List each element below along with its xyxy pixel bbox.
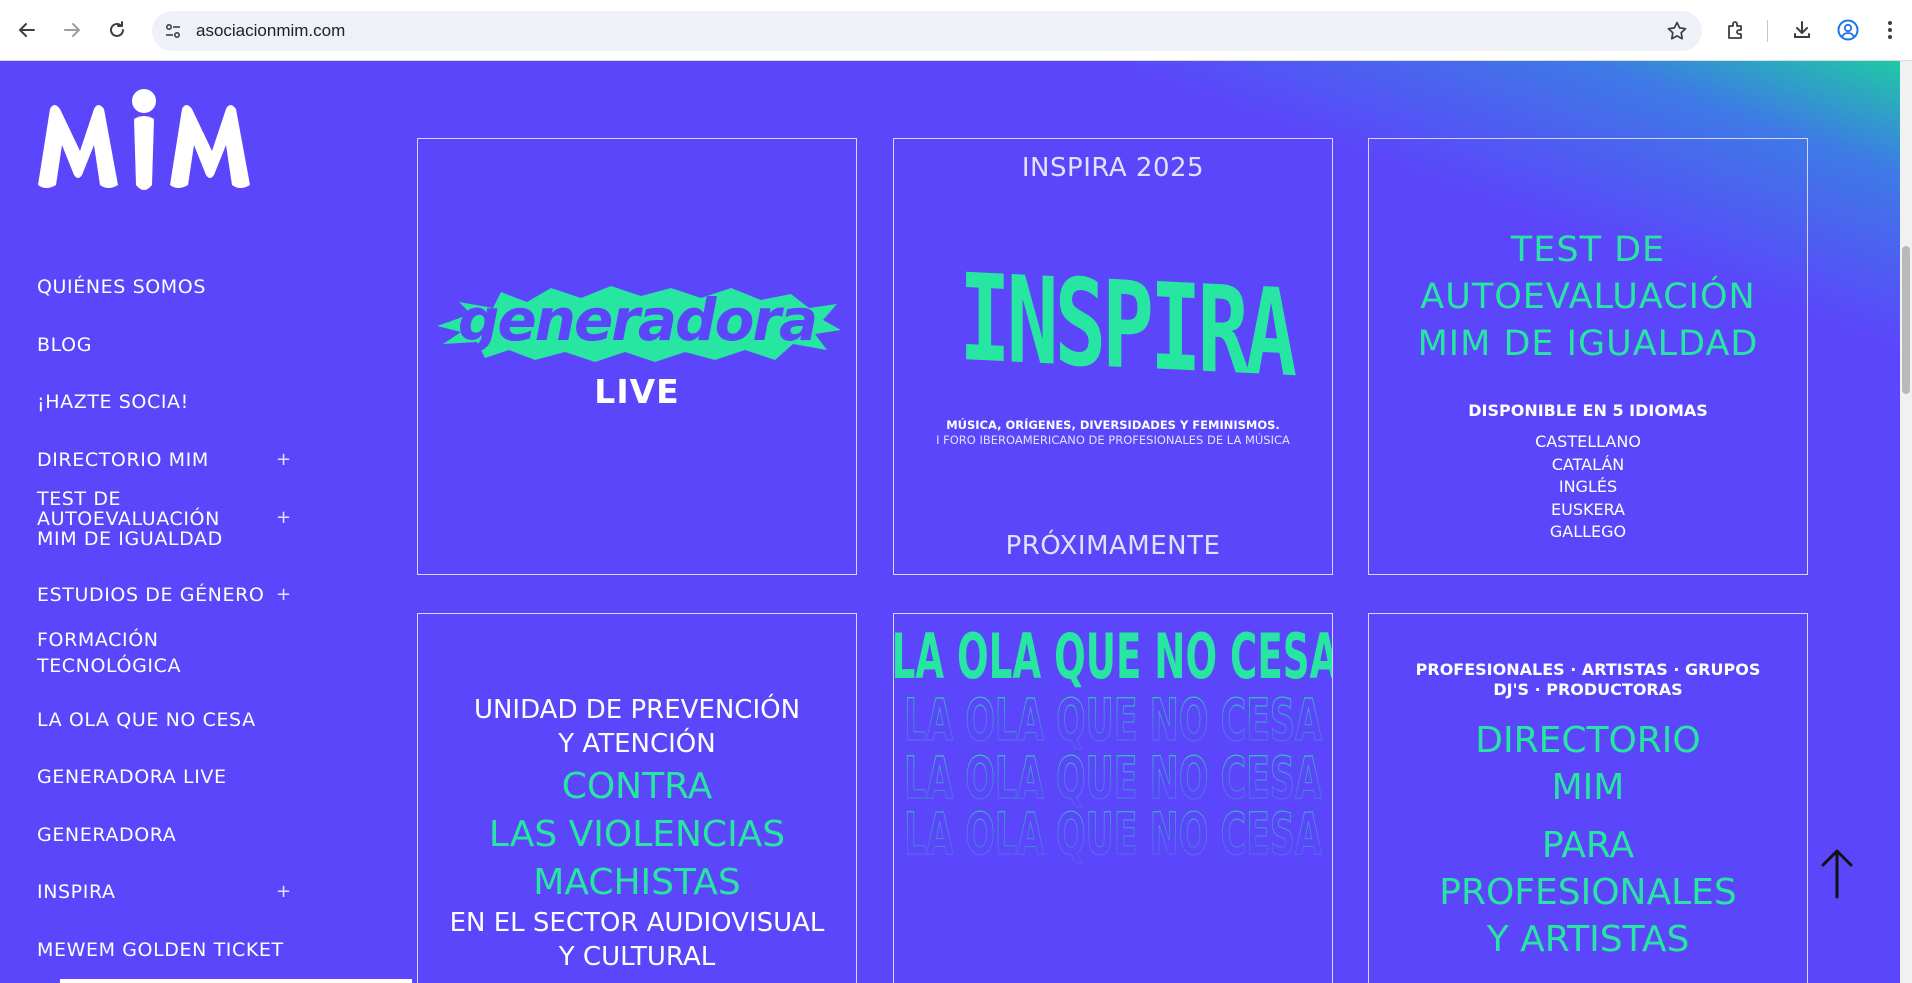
page-content: QUIÉNES SOMOS BLOG ¡HAZTE SOCIA! DIRECTO… [0, 61, 1900, 983]
menu-item-blog[interactable]: BLOG [37, 335, 297, 356]
menu-item-mewem[interactable]: MEWEM GOLDEN TICKET [37, 940, 297, 961]
unidad-highlight: CONTRA LAS VIOLENCIAS MACHISTAS [488, 766, 786, 903]
menu-item-estudios-genero[interactable]: ESTUDIOS DE GÉNERO + [37, 584, 297, 606]
reload-icon[interactable] [101, 14, 133, 46]
back-to-top-arrow-icon[interactable] [1817, 847, 1857, 899]
inspira-logo: INSPIRA [958, 248, 1293, 405]
browser-toolbar: asociacionmim.com [0, 0, 1912, 61]
menu-item-generadora[interactable]: GENERADORA [37, 825, 297, 846]
card-generadora-live[interactable]: generadora LIVE [417, 138, 857, 575]
generadora-live-label: LIVE [594, 372, 680, 411]
address-bar[interactable]: asociacionmim.com [152, 11, 1702, 51]
url-text[interactable]: asociacionmim.com [196, 21, 345, 41]
test-available-languages: DISPONIBLE EN 5 IDIOMAS [1468, 401, 1708, 420]
menu-item-directorio-mim[interactable]: DIRECTORIO MIM + [37, 449, 297, 471]
site-info-icon[interactable] [164, 22, 182, 44]
page-scrollbar[interactable] [1900, 61, 1912, 983]
expand-plus-icon[interactable]: + [276, 508, 291, 528]
back-arrow-icon[interactable] [11, 14, 43, 46]
directorio-title: DIRECTORIO MIM [1475, 720, 1701, 808]
menu-item-hazte-socia[interactable]: ¡HAZTE SOCIA! [37, 392, 297, 413]
menu-item-test-autoevaluacion[interactable]: TEST DE AUTOEVALUACIÓN MIM DE IGUALDAD + [37, 489, 297, 549]
inspira-coming-soon: PRÓXIMAMENTE [1005, 531, 1221, 561]
forward-arrow-icon[interactable] [56, 14, 88, 46]
directorio-subtitle: PARA PROFESIONALES Y ARTISTAS [1439, 825, 1737, 960]
inspira-tagline: MÚSICA, ORÍGENES, DIVERSIDADES Y FEMINIS… [946, 418, 1280, 432]
la-ola-wave-echo: LA OLA QUE NO CESA LA OLA QUE NO CESA LA… [904, 690, 1323, 869]
card-inspira[interactable]: INSPIRA 2025 INSPIRA MÚSICA, ORÍGENES, D… [893, 138, 1333, 575]
unidad-sector: EN EL SECTOR AUDIOVISUAL Y CULTURAL [449, 908, 825, 972]
test-title: TEST DE AUTOEVALUACIÓN MIM DE IGUALDAD [1417, 230, 1759, 364]
card-test-autoevaluacion[interactable]: TEST DE AUTOEVALUACIÓN MIM DE IGUALDAD D… [1368, 138, 1808, 575]
scrollbar-thumb[interactable] [1902, 246, 1910, 394]
expand-plus-icon[interactable]: + [276, 449, 291, 470]
card-unidad-prevencion[interactable]: UNIDAD DE PREVENCIÓN Y ATENCIÓN CONTRA L… [417, 613, 857, 983]
menu-item-quienes-somos[interactable]: QUIÉNES SOMOS [37, 277, 297, 298]
menu-item-inspira[interactable]: INSPIRA + [37, 881, 297, 903]
menu-item-la-ola[interactable]: LA OLA QUE NO CESA [37, 710, 297, 731]
card-directorio-mim[interactable]: PROFESIONALES · ARTISTAS · GRUPOS DJ'S ·… [1368, 613, 1808, 983]
inspira-subtagline: I FORO IBEROAMERICANO DE PROFESIONALES D… [936, 433, 1290, 447]
expand-plus-icon[interactable]: + [276, 584, 291, 605]
toolbar-divider [1767, 20, 1768, 42]
card-la-ola[interactable]: LA OLA QUE NO CESA LA OLA QUE NO CESA LA… [893, 613, 1333, 983]
extensions-icon[interactable] [1720, 14, 1752, 46]
menu-item-generadora-live[interactable]: GENERADORA LIVE [37, 767, 297, 788]
test-language-list: CASTELLANO CATALÁN INGLÉS EUSKERA GALLEG… [1535, 432, 1641, 541]
unidad-heading: UNIDAD DE PREVENCIÓN Y ATENCIÓN [473, 695, 801, 759]
page-bottom-edge [60, 979, 412, 983]
profile-icon[interactable] [1832, 14, 1864, 46]
menu-item-formacion-tecnologica[interactable]: FORMACIÓN TECNOLÓGICA [37, 627, 297, 679]
directorio-categories: PROFESIONALES · ARTISTAS · GRUPOS DJ'S ·… [1415, 660, 1761, 699]
more-menu-icon[interactable] [1874, 14, 1906, 46]
la-ola-title-stack: LA OLA QUE NO CESA LA OLA QUE NO CESA LA… [894, 624, 1332, 869]
site-logo[interactable] [36, 89, 252, 201]
svg-text:LA OLA QUE NO CESA: LA OLA QUE NO CESA [904, 802, 1322, 869]
expand-plus-icon[interactable]: + [276, 881, 291, 902]
download-icon[interactable] [1786, 14, 1818, 46]
bookmark-star-icon[interactable] [1666, 20, 1688, 46]
inspira-year-title: INSPIRA 2025 [1021, 153, 1205, 183]
generadora-logo: generadora [418, 284, 856, 368]
